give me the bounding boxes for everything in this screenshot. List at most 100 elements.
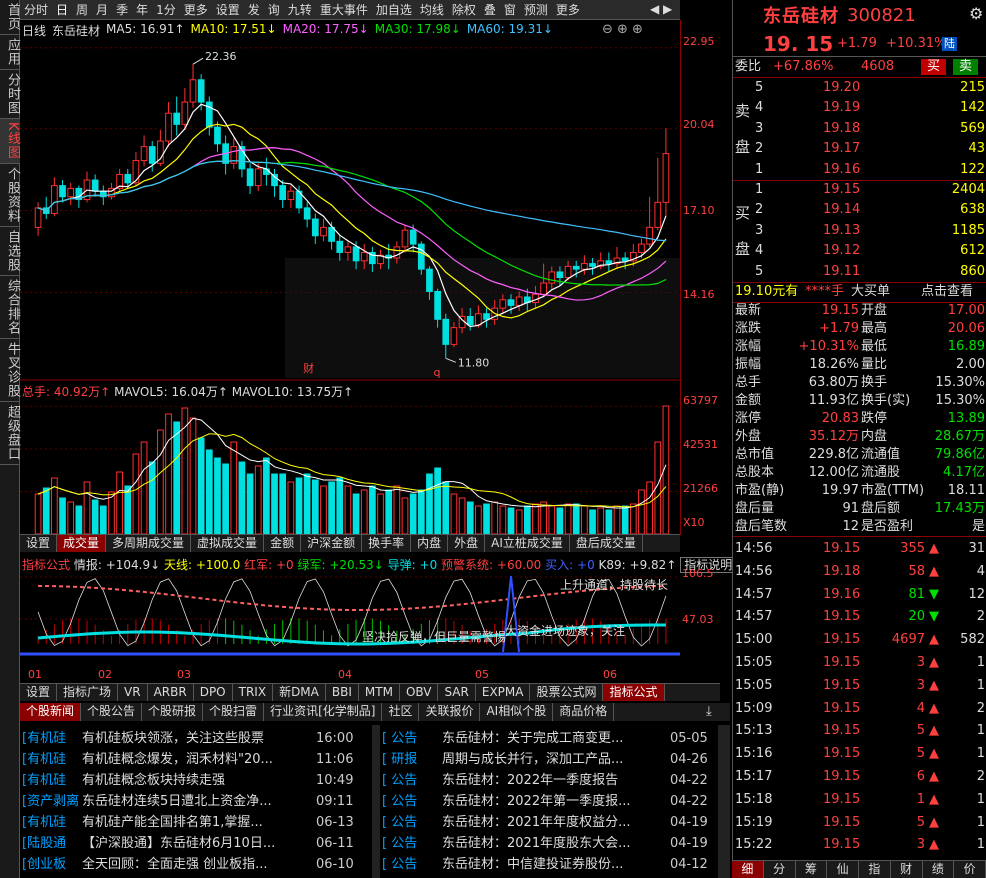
bid-row[interactable]: 5 19.11 860 bbox=[733, 262, 986, 282]
news-title[interactable]: 周期与成长并行，深加工产品... bbox=[442, 749, 623, 770]
indicator-tab[interactable]: AI立桩成交量 bbox=[485, 535, 570, 552]
news-tab[interactable]: 个股扫雷 bbox=[203, 703, 265, 721]
left-tab-3[interactable]: K线图 bbox=[0, 119, 20, 164]
quote-tab[interactable]: 分 bbox=[764, 861, 796, 878]
formula-tab[interactable]: ARBR bbox=[148, 684, 194, 701]
news-tab[interactable]: 行业资讯[化学制品] bbox=[264, 703, 383, 721]
news-tab[interactable]: 商品价格 bbox=[553, 703, 615, 721]
sell-button[interactable]: 卖 bbox=[953, 59, 979, 75]
news-item[interactable]: [有机硅 有机硅概念爆发，润禾材料"20... 11:06 bbox=[22, 749, 372, 770]
quote-tab[interactable]: 价 bbox=[954, 861, 986, 878]
big-order-row[interactable]: 19.10元有 ****手 大买单 点击查看 bbox=[733, 282, 986, 302]
toolbar-item[interactable]: 除权 bbox=[448, 1, 480, 18]
toolbar-item[interactable]: 发 bbox=[244, 1, 264, 18]
left-tab-2[interactable]: 分时图 bbox=[0, 70, 20, 119]
quote-tab[interactable]: 仙 bbox=[827, 861, 859, 878]
toolbar-arrows[interactable]: ◀ ▶ bbox=[650, 2, 672, 16]
indicator-tab[interactable]: 换手率 bbox=[362, 535, 412, 552]
news-title[interactable]: 东岳硅材：2022年一季度报告 bbox=[442, 770, 618, 791]
left-tab-4[interactable]: 个股资料 bbox=[0, 164, 20, 227]
news-title[interactable]: 有机硅概念板块持续走强 bbox=[82, 770, 225, 791]
news-item[interactable]: [资产剥离 东岳硅材连续5日遭北上资金净... 09:11 bbox=[22, 791, 372, 812]
indicator-tab[interactable]: 虚拟成交量 bbox=[191, 535, 265, 552]
news-title[interactable]: 东岳硅材连续5日遭北上资金净... bbox=[82, 791, 272, 812]
toolbar-item[interactable]: 月 bbox=[92, 1, 112, 18]
news-title[interactable]: 有机硅板块领涨，关注这些股票 bbox=[82, 728, 264, 749]
bid-row[interactable]: 4 19.12 612 bbox=[733, 241, 986, 261]
indicator-tab[interactable]: 多周期成交量 bbox=[106, 535, 192, 552]
formula-tab[interactable]: MTM bbox=[359, 684, 400, 701]
quote-tab[interactable]: 筹 bbox=[796, 861, 828, 878]
news-title[interactable]: 全天回顾：全面走强 创业板指... bbox=[82, 854, 268, 875]
buy-button[interactable]: 买 bbox=[921, 59, 947, 75]
ask-row[interactable]: 4 19.19 142 bbox=[733, 98, 986, 118]
quote-tab[interactable]: 绩 bbox=[923, 861, 955, 878]
formula-tab[interactable]: OBV bbox=[400, 684, 439, 701]
toolbar-item[interactable]: 季 bbox=[112, 1, 132, 18]
formula-tab[interactable]: 指标广场 bbox=[57, 684, 119, 701]
news-item[interactable]: [有机硅 有机硅板块领涨，关注这些股票 16:00 bbox=[22, 728, 372, 749]
formula-tab[interactable]: 指标公式 bbox=[603, 684, 665, 701]
news-title[interactable]: 有机硅概念爆发，润禾材料"20... bbox=[82, 749, 273, 770]
formula-tab[interactable]: 股票公式网 bbox=[530, 684, 604, 701]
news-item[interactable]: [创业板 全天回顾：全面走强 创业板指... 06-10 bbox=[22, 854, 372, 875]
formula-tab[interactable]: 设置 bbox=[20, 684, 58, 701]
ask-row[interactable]: 3 19.18 569 bbox=[733, 119, 986, 139]
quote-tab[interactable]: 细 bbox=[732, 861, 764, 878]
news-title[interactable]: 东岳硅材：2021年度股东大会... bbox=[442, 833, 630, 854]
news-title[interactable]: 【沪深股通】东岳硅材6月10日... bbox=[82, 833, 275, 854]
news-tab[interactable]: 个股新闻 bbox=[20, 703, 82, 721]
quote-tab[interactable]: 财 bbox=[891, 861, 923, 878]
bid-row[interactable]: 3 19.13 1185 bbox=[733, 221, 986, 241]
scrollbar[interactable] bbox=[372, 725, 380, 878]
indicator-tab[interactable]: 沪深金额 bbox=[301, 535, 363, 552]
bid-row[interactable]: 2 19.14 638 bbox=[733, 200, 986, 220]
left-tab-7[interactable]: 牛叉诊股 bbox=[0, 339, 20, 402]
formula-tab[interactable]: BBI bbox=[326, 684, 359, 701]
left-tab-0[interactable]: 首页 bbox=[0, 0, 20, 35]
toolbar-item[interactable]: 叠 bbox=[480, 1, 500, 18]
toolbar-item[interactable]: 更多 bbox=[552, 1, 584, 18]
big-order-link[interactable]: 点击查看 bbox=[921, 282, 973, 302]
toolbar-item[interactable]: 重大事件 bbox=[316, 1, 372, 18]
ask-row[interactable]: 2 19.17 43 bbox=[733, 139, 986, 159]
news-tab[interactable]: 关联报价 bbox=[419, 703, 481, 721]
toolbar-item[interactable]: 九转 bbox=[284, 1, 316, 18]
toolbar-item[interactable]: 设置 bbox=[212, 1, 244, 18]
news-item[interactable]: [ 公告 东岳硅材：2021年度股东大会... 04-19 bbox=[382, 833, 712, 854]
indicator-tab[interactable]: 成交量 bbox=[57, 535, 107, 552]
scrollbar[interactable] bbox=[718, 725, 730, 878]
indicator-tab[interactable]: 金额 bbox=[264, 535, 302, 552]
formula-tab[interactable]: DPO bbox=[194, 684, 233, 701]
toolbar-item[interactable]: 加自选 bbox=[372, 1, 416, 18]
formula-tab[interactable]: 新DMA bbox=[273, 684, 326, 701]
indicator-tab[interactable]: 外盘 bbox=[448, 535, 486, 552]
formula-tab[interactable]: EXPMA bbox=[476, 684, 531, 701]
news-title[interactable]: 东岳硅材：2022年第一季度报... bbox=[442, 791, 630, 812]
news-title[interactable]: 东岳硅材：中信建投证券股份... bbox=[442, 854, 623, 875]
bid-row[interactable]: 1 19.15 2404 bbox=[733, 180, 986, 200]
news-title[interactable]: 东岳硅材：2021年年度权益分... bbox=[442, 812, 630, 833]
news-tab[interactable]: 社区 bbox=[382, 703, 420, 721]
formula-tab[interactable]: SAR bbox=[438, 684, 476, 701]
news-item[interactable]: [ 公告 东岳硅材：2022年一季度报告 04-22 bbox=[382, 770, 712, 791]
left-tab-5[interactable]: 自选股 bbox=[0, 227, 20, 276]
left-tab-8[interactable]: 超级盘口 bbox=[0, 402, 20, 465]
news-item[interactable]: [有机硅 有机硅概念板块持续走强 10:49 bbox=[22, 770, 372, 791]
formula-tab[interactable]: TRIX bbox=[233, 684, 274, 701]
quote-tab[interactable]: 指 bbox=[859, 861, 891, 878]
toolbar-item[interactable]: 询 bbox=[264, 1, 284, 18]
toolbar-item[interactable]: 预测 bbox=[520, 1, 552, 18]
news-item[interactable]: [ 公告 东岳硅材：关于完成工商变更... 05-05 bbox=[382, 728, 712, 749]
toolbar-item[interactable]: 1分 bbox=[152, 1, 180, 18]
indicator-tab[interactable]: 内盘 bbox=[411, 535, 449, 552]
news-item[interactable]: [陆股通 【沪深股通】东岳硅材6月10日... 06-11 bbox=[22, 833, 372, 854]
news-item[interactable]: [ 公告 东岳硅材：2021年年度权益分... 04-19 bbox=[382, 812, 712, 833]
toolbar-item[interactable]: 日 bbox=[52, 1, 72, 18]
news-title[interactable]: 有机硅产能全国排名第1,掌握... bbox=[82, 812, 263, 833]
news-item[interactable]: [ 公告 东岳硅材：2022年第一季度报... 04-22 bbox=[382, 791, 712, 812]
news-tab[interactable]: AI相似个股 bbox=[480, 703, 554, 721]
gear-icon[interactable]: ⚙ bbox=[969, 4, 983, 23]
indicator-tab[interactable]: 盘后成交量 bbox=[570, 535, 643, 552]
ask-row[interactable]: 5 19.20 215 bbox=[733, 78, 986, 98]
